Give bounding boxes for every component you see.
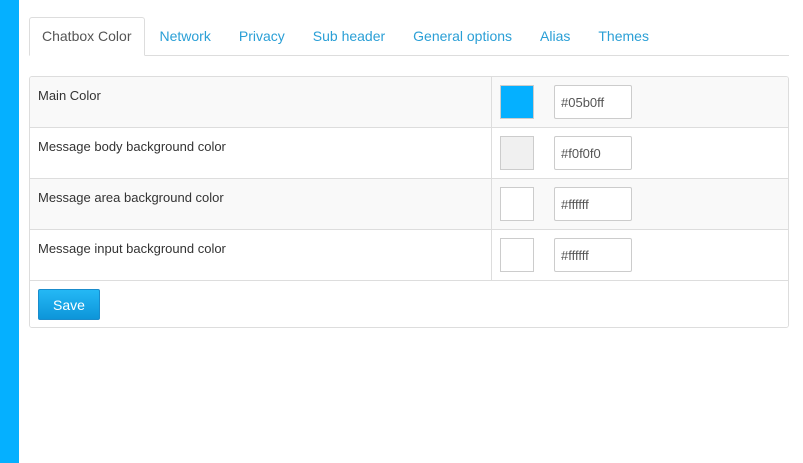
tab-privacy[interactable]: Privacy [226, 17, 298, 55]
color-swatch[interactable] [500, 136, 534, 170]
color-swatch[interactable] [500, 187, 534, 221]
color-swatch[interactable] [500, 238, 534, 272]
setting-label: Main Color [30, 77, 492, 127]
tab-bar: Chatbox Color Network Privacy Sub header… [29, 17, 789, 56]
setting-value-cell [492, 128, 788, 178]
setting-label: Message area background color [30, 179, 492, 229]
setting-row-message-input-bg: Message input background color [30, 230, 788, 281]
color-hex-input[interactable] [554, 238, 632, 272]
tab-themes[interactable]: Themes [585, 17, 662, 55]
setting-row-main-color: Main Color [30, 77, 788, 128]
tab-sub-header[interactable]: Sub header [300, 17, 398, 55]
setting-value-cell [492, 77, 788, 127]
tab-network[interactable]: Network [147, 17, 224, 55]
color-settings-table: Main Color Message body background color… [29, 76, 789, 328]
setting-row-message-body-bg: Message body background color [30, 128, 788, 179]
save-button[interactable]: Save [38, 289, 100, 320]
tab-alias[interactable]: Alias [527, 17, 583, 55]
tab-chatbox-color[interactable]: Chatbox Color [29, 17, 145, 56]
setting-value-cell [492, 230, 788, 280]
settings-panel: Chatbox Color Network Privacy Sub header… [19, 0, 803, 463]
setting-row-message-area-bg: Message area background color [30, 179, 788, 230]
table-footer: Save [30, 281, 788, 327]
tab-general-options[interactable]: General options [400, 17, 525, 55]
color-hex-input[interactable] [554, 85, 632, 119]
setting-label: Message input background color [30, 230, 492, 280]
color-hex-input[interactable] [554, 187, 632, 221]
setting-value-cell [492, 179, 788, 229]
color-hex-input[interactable] [554, 136, 632, 170]
color-swatch[interactable] [500, 85, 534, 119]
setting-label: Message body background color [30, 128, 492, 178]
